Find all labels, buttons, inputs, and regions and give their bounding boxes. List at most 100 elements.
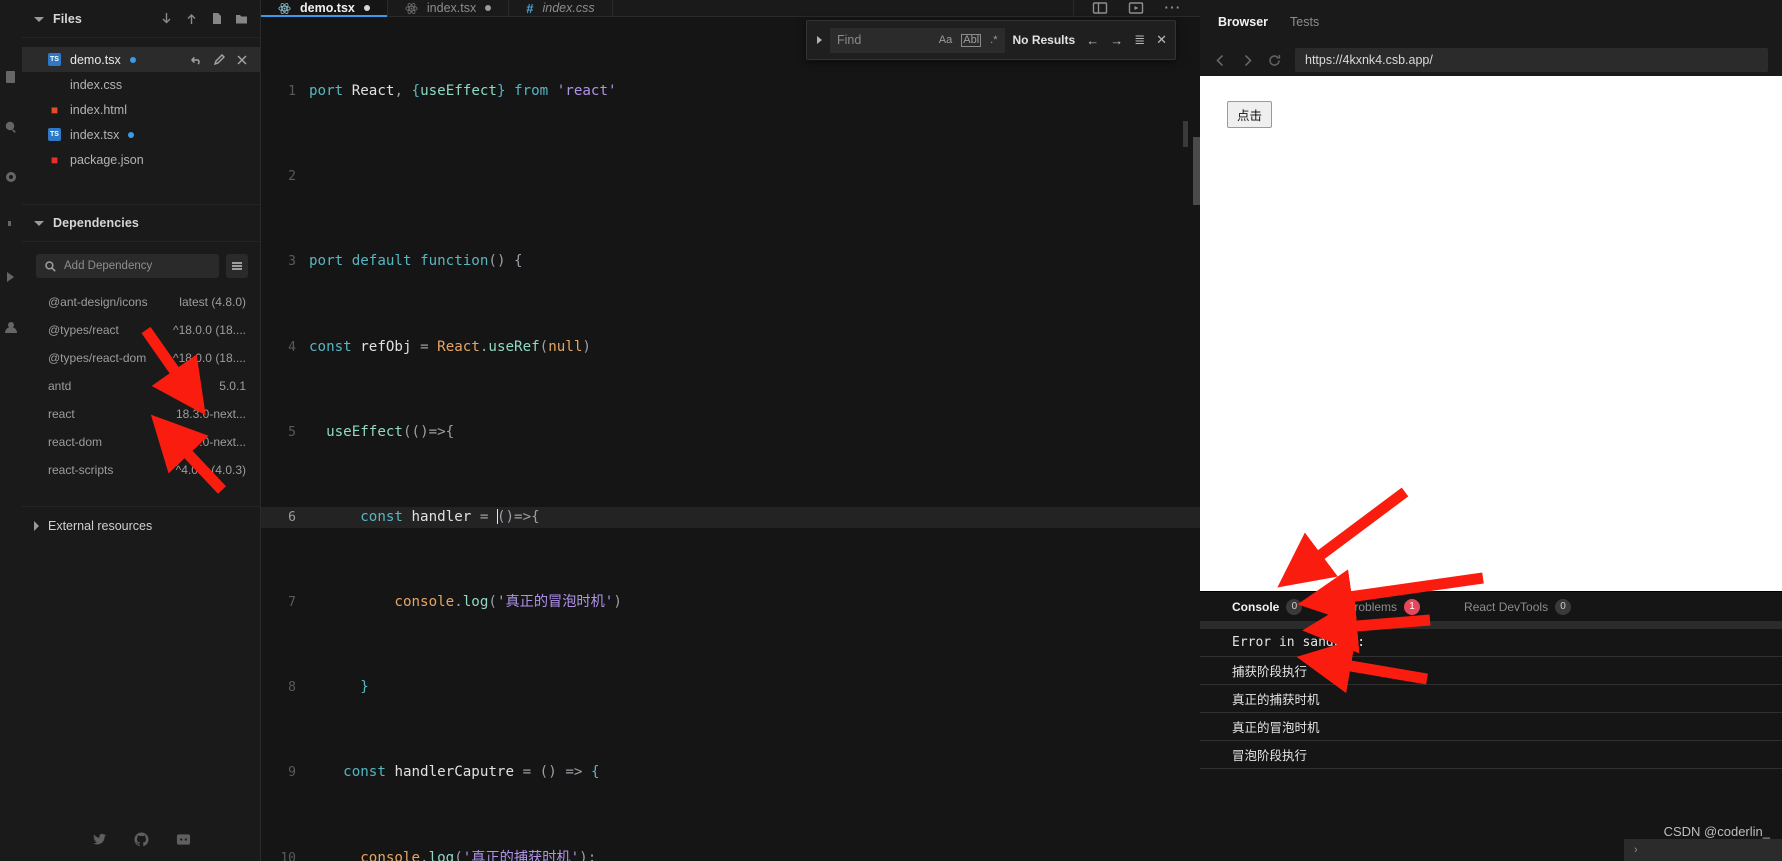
dependency-name: react-scripts bbox=[48, 463, 114, 477]
browser-viewport[interactable]: 点击 bbox=[1200, 76, 1782, 591]
github-icon[interactable] bbox=[133, 832, 149, 847]
settings-gear-icon[interactable] bbox=[4, 170, 18, 184]
scrollbar-thumb[interactable] bbox=[1193, 137, 1200, 206]
dependency-row[interactable]: @types/react ^18.0.0 (18.... bbox=[22, 316, 260, 344]
add-dependency-placeholder: Add Dependency bbox=[64, 260, 153, 272]
tab-problems[interactable]: Problems 1 bbox=[1346, 598, 1421, 615]
forward-icon[interactable] bbox=[1241, 54, 1254, 67]
preview-click-button[interactable]: 点击 bbox=[1227, 101, 1273, 128]
browser-url-bar[interactable]: https://4kxnk4.csb.app/ bbox=[1295, 48, 1768, 72]
ts-file-icon: TS bbox=[48, 128, 61, 141]
undo-icon[interactable] bbox=[190, 54, 202, 66]
back-icon[interactable] bbox=[1214, 54, 1227, 67]
hash-icon: # bbox=[526, 0, 534, 16]
dependency-row[interactable]: @types/react-dom ^18.0.0 (18.... bbox=[22, 344, 260, 372]
dependency-menu-button[interactable] bbox=[226, 254, 248, 278]
account-icon[interactable] bbox=[4, 320, 18, 334]
tab-dirty-dot bbox=[363, 5, 370, 12]
file-row-index-tsx[interactable]: TS index.tsx bbox=[22, 122, 260, 147]
react-icon bbox=[278, 2, 291, 15]
code-editor[interactable]: 1 port React, {useEffect} from 'react' 2 … bbox=[261, 17, 1200, 861]
deploy-icon[interactable] bbox=[4, 270, 18, 284]
git-branch-icon[interactable] bbox=[4, 220, 18, 234]
download-icon[interactable] bbox=[160, 12, 173, 25]
close-icon[interactable] bbox=[236, 54, 248, 66]
tab-tests[interactable]: Tests bbox=[1290, 15, 1341, 29]
next-match-icon[interactable]: → bbox=[1110, 33, 1123, 48]
match-case-icon[interactable]: Aa bbox=[939, 34, 952, 46]
tab-react-devtools[interactable]: React DevTools 0 bbox=[1464, 598, 1572, 615]
preview-tab-bar: Browser Tests bbox=[1200, 0, 1782, 44]
discord-icon[interactable] bbox=[176, 832, 191, 847]
files-explorer-icon[interactable] bbox=[4, 70, 18, 84]
editor-scrollbar[interactable] bbox=[1188, 61, 1200, 861]
preview-pane-icon[interactable] bbox=[1128, 0, 1144, 16]
new-folder-icon[interactable] bbox=[235, 12, 248, 25]
close-find-icon[interactable]: ✕ bbox=[1156, 32, 1167, 48]
reload-icon[interactable] bbox=[1268, 54, 1281, 67]
watermark: CSDN @coderlin_ bbox=[1663, 824, 1770, 839]
dependency-row[interactable]: react 18.3.0-next... bbox=[22, 400, 260, 428]
file-row-demo-tsx[interactable]: TS demo.tsx bbox=[22, 47, 260, 72]
chevron-down-icon[interactable] bbox=[34, 221, 44, 226]
expand-replace-icon[interactable] bbox=[817, 36, 822, 44]
upload-icon[interactable] bbox=[185, 12, 198, 25]
file-row-actions bbox=[190, 53, 248, 66]
twitter-icon[interactable] bbox=[92, 832, 107, 847]
chevron-right-icon[interactable] bbox=[34, 521, 39, 531]
new-file-icon[interactable] bbox=[210, 12, 223, 25]
editor-tab-bar: demo.tsx index.tsx # index.css ⋯ bbox=[261, 0, 1200, 18]
social-links bbox=[22, 832, 260, 847]
chevron-down-icon[interactable] bbox=[34, 16, 44, 22]
unsaved-dot bbox=[128, 131, 135, 138]
line-number: 9 bbox=[288, 765, 296, 781]
dependency-version: ^18.0.0 (18.... bbox=[172, 351, 246, 365]
tab-label: React DevTools bbox=[1464, 599, 1549, 614]
tab-index-css[interactable]: # index.css bbox=[509, 0, 613, 17]
tab-demo-tsx[interactable]: demo.tsx bbox=[261, 0, 388, 18]
line-number: 5 bbox=[288, 424, 296, 440]
code-line: 5 useEffect(()=>{ bbox=[261, 422, 1200, 443]
dependency-row[interactable]: @ant-design/icons latest (4.8.0) bbox=[22, 288, 260, 316]
files-section-actions bbox=[160, 12, 248, 25]
previous-match-icon[interactable]: ← bbox=[1086, 33, 1099, 48]
file-name: index.html bbox=[70, 102, 127, 117]
external-resources-header[interactable]: External resources bbox=[22, 506, 260, 544]
add-dependency-input[interactable]: Add Dependency bbox=[36, 254, 219, 278]
dependency-name: @types/react bbox=[48, 323, 119, 337]
dependency-name: react bbox=[48, 407, 75, 421]
console-prompt[interactable]: › bbox=[1624, 839, 1782, 861]
more-options-icon[interactable]: ⋯ bbox=[1164, 0, 1183, 16]
file-row-index-css[interactable]:  index.css bbox=[22, 72, 260, 97]
dependencies-section-header[interactable]: Dependencies bbox=[22, 204, 260, 242]
tab-index-tsx[interactable]: index.tsx bbox=[388, 0, 510, 17]
dependency-version: ^18.0.0 (18.... bbox=[172, 323, 246, 337]
find-widget[interactable]: Find Aa Abl .* No Results ← → ≣ ✕ bbox=[806, 20, 1176, 60]
use-regex-icon[interactable]: .* bbox=[990, 34, 997, 46]
split-pane-icon[interactable] bbox=[1092, 0, 1108, 16]
code-line: 1 port React, {useEffect} from 'react' bbox=[261, 81, 1200, 102]
external-resources-title: External resources bbox=[48, 518, 153, 533]
tab-console[interactable]: Console 0 bbox=[1232, 598, 1303, 615]
match-whole-word-icon[interactable]: Abl bbox=[961, 33, 982, 47]
code-line: 2 bbox=[261, 166, 1200, 187]
dependency-row[interactable]: antd 5.0.1 bbox=[22, 372, 260, 400]
add-dependency-row: Add Dependency bbox=[22, 242, 260, 288]
rename-icon[interactable] bbox=[213, 53, 225, 66]
code-line: 10 console.log('真正的捕获时机'); bbox=[261, 848, 1200, 861]
tab-dirty-dot bbox=[485, 5, 492, 12]
find-in-selection-icon[interactable]: ≣ bbox=[1134, 32, 1145, 48]
code-line: 9 const handlerCaputre = () => { bbox=[261, 762, 1200, 783]
console-row: Error in sandbox: bbox=[1200, 629, 1782, 657]
tab-browser[interactable]: Browser bbox=[1218, 15, 1290, 29]
line-number: 8 bbox=[288, 680, 296, 696]
find-input[interactable]: Find Aa Abl .* bbox=[830, 27, 1005, 53]
files-section-header[interactable]: Files bbox=[22, 0, 260, 38]
dependency-row[interactable]: react-scripts ^4.0.0 (4.0.3) bbox=[22, 456, 260, 484]
search-icon[interactable] bbox=[4, 120, 18, 134]
dependency-row[interactable]: react-dom 18.3.0-next... bbox=[22, 428, 260, 456]
find-nav: ← → ≣ ✕ bbox=[1083, 32, 1167, 48]
file-row-index-html[interactable]: ■ index.html bbox=[22, 97, 260, 122]
file-name: demo.tsx bbox=[70, 52, 121, 67]
file-row-package-json[interactable]: ■ package.json bbox=[22, 147, 260, 172]
